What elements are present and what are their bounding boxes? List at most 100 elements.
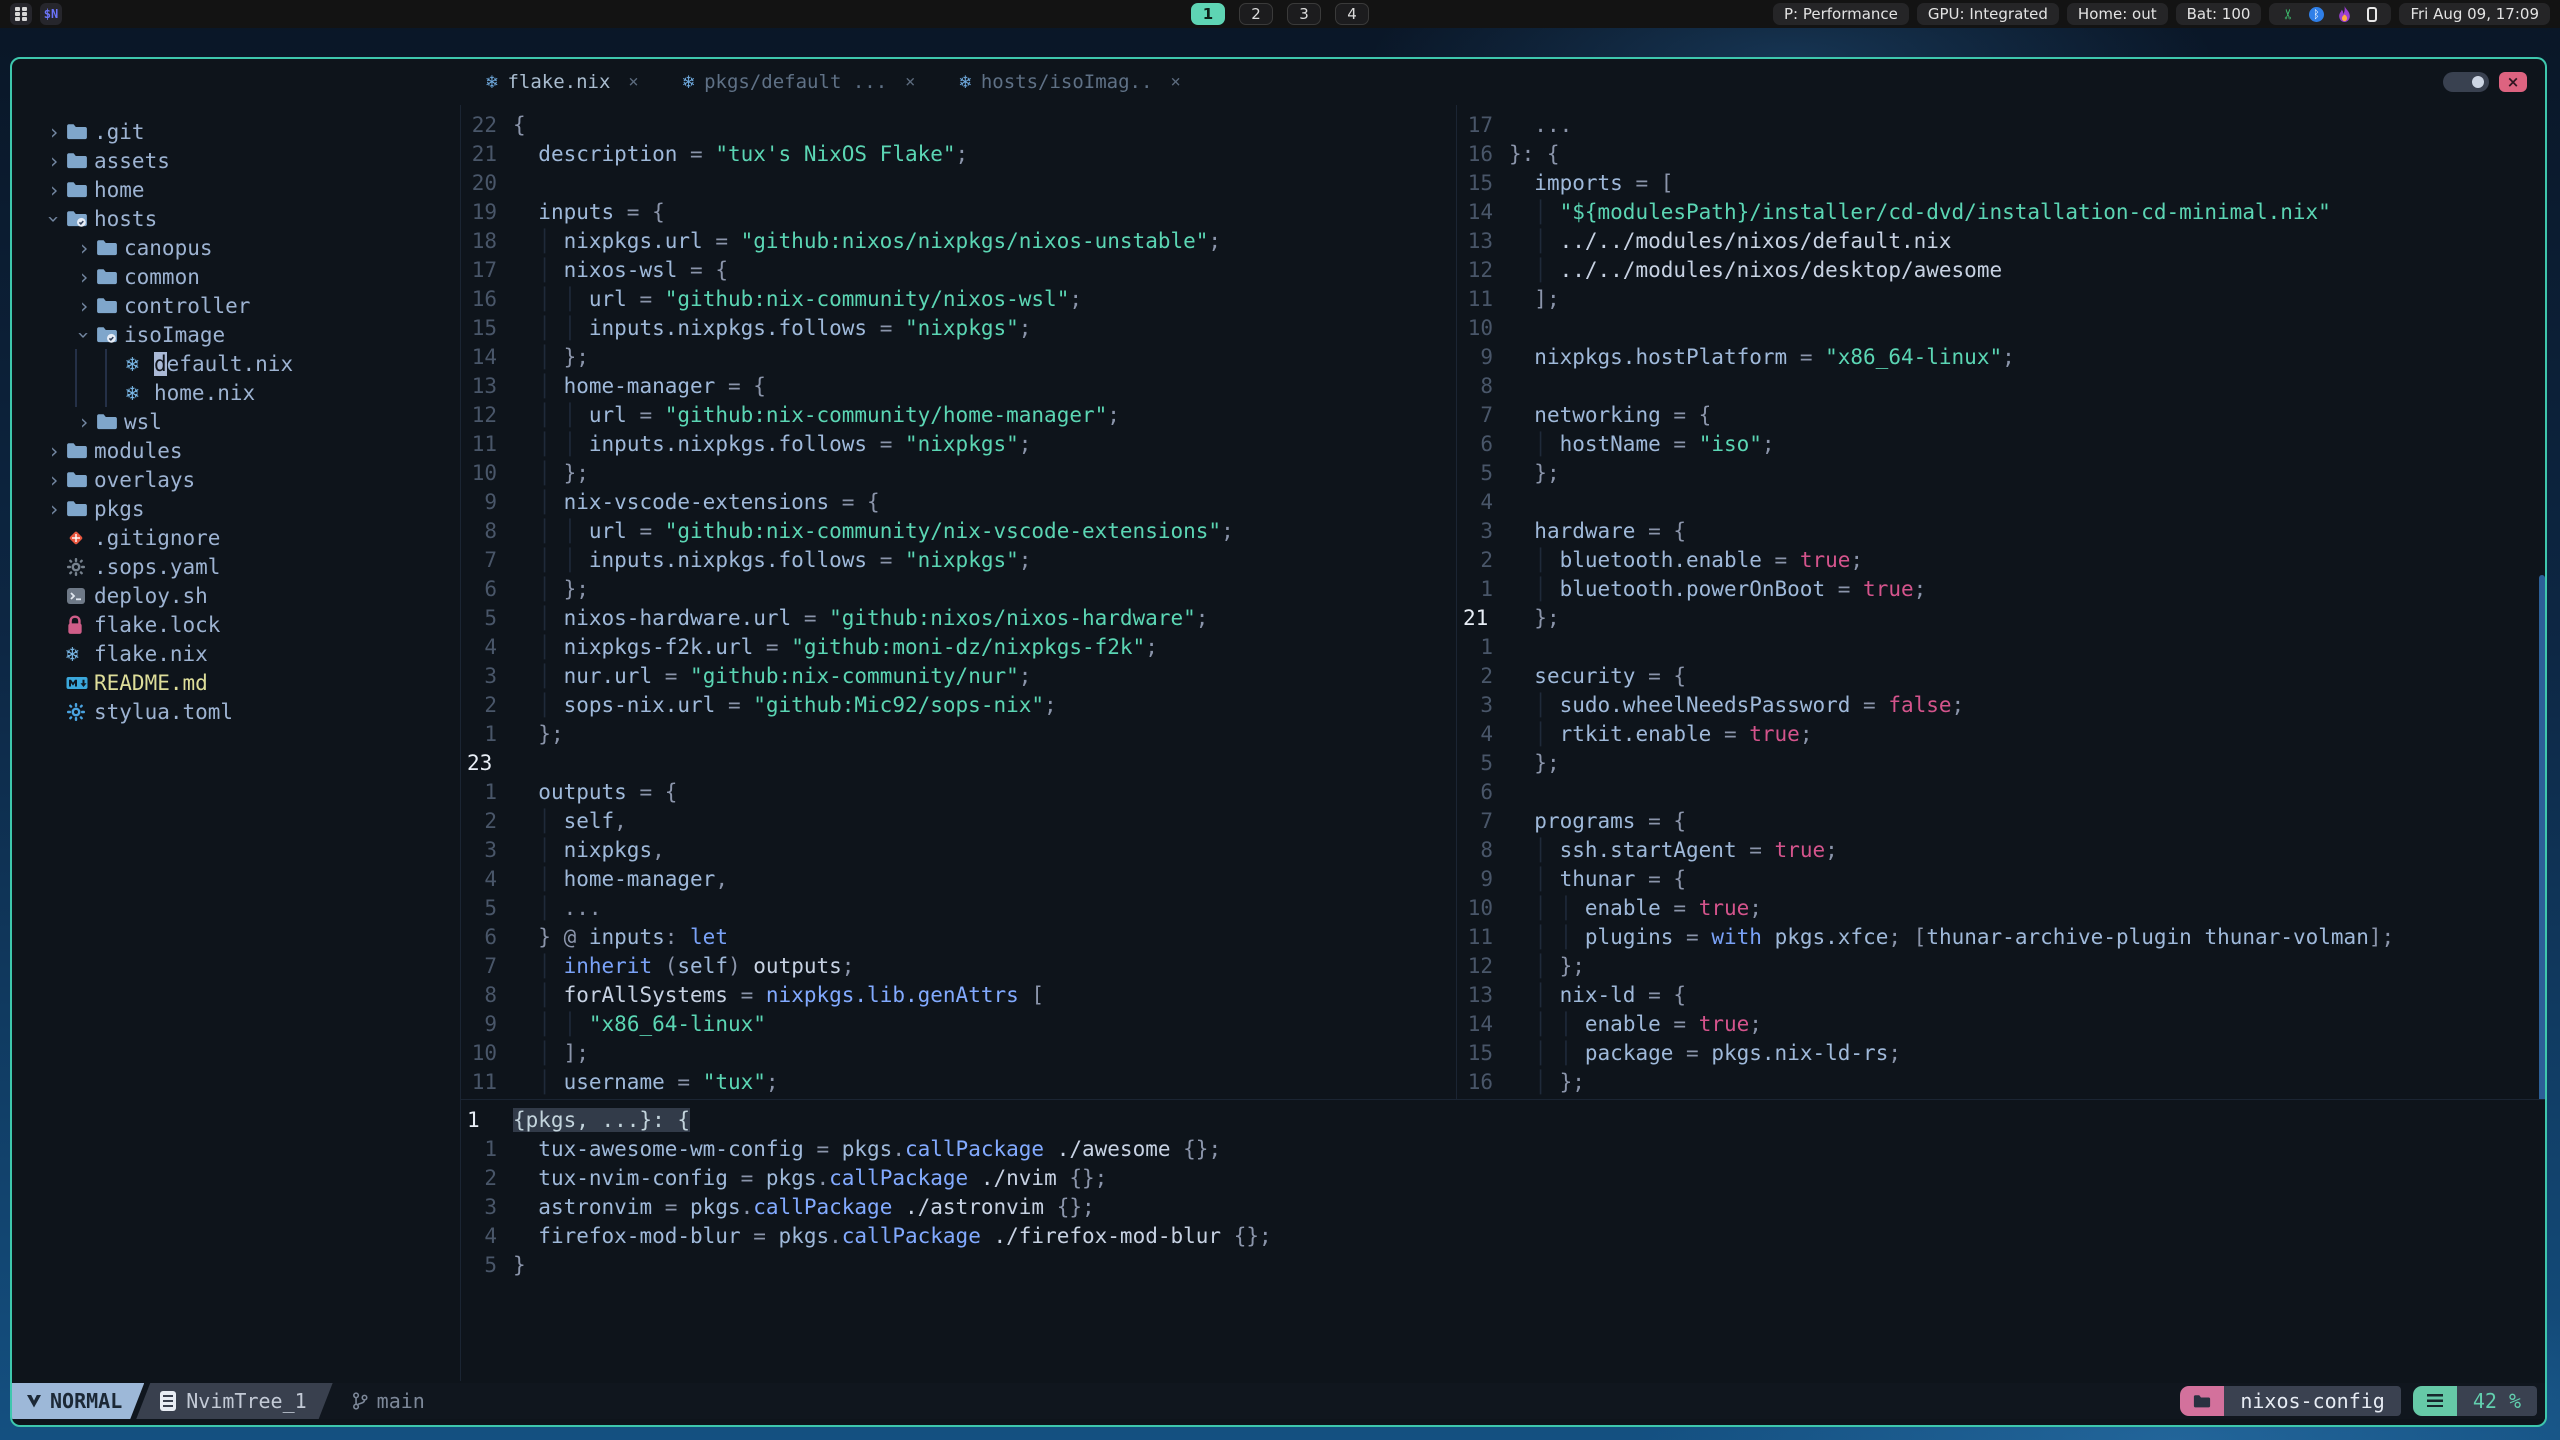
code-line[interactable]: 9 │ thunar = { (1457, 865, 2545, 894)
tree-item-deploy-sh[interactable]: deploy.sh (12, 581, 460, 610)
code-line[interactable]: 11 │ │ inputs.nixpkgs.follows = "nixpkgs… (461, 430, 1456, 459)
code-line[interactable]: 9 │ │ "x86_64-linux" (461, 1010, 1456, 1039)
code-line[interactable]: 1 tux-awesome-wm-config = pkgs.callPacka… (461, 1135, 2545, 1164)
code-line[interactable]: 2 │ bluetooth.enable = true; (1457, 546, 2545, 575)
code-line[interactable]: 5 }; (1457, 459, 2545, 488)
tree-item-wsl[interactable]: › wsl (12, 407, 460, 436)
code-line[interactable]: 20 (461, 169, 1456, 198)
tree-item-README-md[interactable]: README.md (12, 668, 460, 697)
code-line[interactable]: 4 │ rtkit.enable = true; (1457, 720, 2545, 749)
code-line[interactable]: 13 │ nix-ld = { (1457, 981, 2545, 1010)
tab-flake-nix[interactable]: ❄ flake.nix × (464, 59, 661, 105)
code-line[interactable]: 8 │ forAllSystems = nixpkgs.lib.genAttrs… (461, 981, 1456, 1010)
code-line[interactable]: 10 │ │ enable = true; (1457, 894, 2545, 923)
terminal-app-button[interactable]: $N (40, 3, 62, 25)
tree-item-modules[interactable]: › modules (12, 436, 460, 465)
tree-item-pkgs[interactable]: › pkgs (12, 494, 460, 523)
code-line[interactable]: 15 imports = [ (1457, 169, 2545, 198)
tab-hosts-isoImag-[interactable]: ❄ hosts/isoImag.. × (937, 59, 1202, 105)
workspace-button-4[interactable]: 4 (1335, 3, 1369, 25)
code-line[interactable]: 2 security = { (1457, 662, 2545, 691)
tree-item-stylua-toml[interactable]: stylua.toml (12, 697, 460, 726)
tab-close-icon[interactable]: × (1170, 72, 1180, 92)
code-line[interactable]: 4 │ home-manager, (461, 865, 1456, 894)
code-line[interactable]: 4 (1457, 488, 2545, 517)
code-line[interactable]: 21 }; (1457, 604, 2545, 633)
code-line[interactable]: 7 programs = { (1457, 807, 2545, 836)
app-launcher-button[interactable] (10, 3, 32, 25)
scrollbar[interactable] (2539, 575, 2545, 1099)
code-line[interactable]: 3 │ sudo.wheelNeedsPassword = false; (1457, 691, 2545, 720)
tree-item-home-nix[interactable]: ❄ home.nix (12, 378, 460, 407)
code-line[interactable]: 4 firefox-mod-blur = pkgs.callPackage ./… (461, 1222, 2545, 1251)
code-line[interactable]: 6 │ }; (461, 575, 1456, 604)
code-line[interactable]: 22 { (461, 111, 1456, 140)
code-line[interactable]: 5} (461, 1251, 2545, 1280)
tab-close-icon[interactable]: × (905, 72, 915, 92)
code-line[interactable]: 21 description = "tux's NixOS Flake"; (461, 140, 1456, 169)
tree-item-isoImage[interactable]: › isoImage (12, 320, 460, 349)
flame-icon[interactable] (2336, 6, 2352, 22)
code-line[interactable]: 7 │ inherit (self) outputs; (461, 952, 1456, 981)
code-line[interactable]: 8 (1457, 372, 2545, 401)
code-line[interactable]: 11 │ username = "tux"; (461, 1068, 1456, 1097)
close-button[interactable]: × (2499, 72, 2527, 92)
code-line[interactable]: 15 │ │ inputs.nixpkgs.follows = "nixpkgs… (461, 314, 1456, 343)
tree-item-assets[interactable]: › assets (12, 146, 460, 175)
tree-item-hosts[interactable]: › hosts (12, 204, 460, 233)
code-line[interactable]: 17 │ nixos-wsl = { (461, 256, 1456, 285)
code-line[interactable]: 4 │ nixpkgs-f2k.url = "github:moni-dz/ni… (461, 633, 1456, 662)
code-line[interactable]: 5 │ nixos-hardware.url = "github:nixos/n… (461, 604, 1456, 633)
tab-close-icon[interactable]: × (628, 72, 638, 92)
code-line[interactable]: 9 nixpkgs.hostPlatform = "x86_64-linux"; (1457, 343, 2545, 372)
editor-pane-flake-nix[interactable]: 22{21 description = "tux's NixOS Flake";… (461, 105, 1456, 1099)
code-line[interactable]: 3 astronvim = pkgs.callPackage ./astronv… (461, 1193, 2545, 1222)
tree-item-overlays[interactable]: › overlays (12, 465, 460, 494)
code-line[interactable]: 5 }; (1457, 749, 2545, 778)
code-line[interactable]: 19 inputs = { (461, 198, 1456, 227)
code-line[interactable]: 2 │ sops-nix.url = "github:Mic92/sops-ni… (461, 691, 1456, 720)
code-line[interactable]: 18 │ nixpkgs.url = "github:nixos/nixpkgs… (461, 227, 1456, 256)
code-line[interactable]: 23 (461, 749, 1456, 778)
code-line[interactable]: 12 │ ../../modules/nixos/desktop/awesome (1457, 256, 2545, 285)
code-line[interactable]: 8 │ ssh.startAgent = true; (1457, 836, 2545, 865)
code-line[interactable]: 8 │ │ url = "github:nix-community/nix-vs… (461, 517, 1456, 546)
code-line[interactable]: 14 │ "${modulesPath}/installer/cd-dvd/in… (1457, 198, 2545, 227)
code-line[interactable]: 6 (1457, 778, 2545, 807)
code-line[interactable]: 3 │ nur.url = "github:nix-community/nur"… (461, 662, 1456, 691)
code-line[interactable]: 1 (1457, 633, 2545, 662)
tree-item-default-nix[interactable]: ❄ default.nix (12, 349, 460, 378)
code-line[interactable]: 10 │ }; (461, 459, 1456, 488)
scissors-icon[interactable]: ✂ (2280, 6, 2296, 22)
workspace-button-3[interactable]: 3 (1287, 3, 1321, 25)
nvimtree-file-explorer[interactable]: › .git › assets › home › hosts › canopus › common › c… (12, 105, 460, 1381)
code-line[interactable]: 3 hardware = { (1457, 517, 2545, 546)
editor-pane-pkgs-default-nix[interactable]: 1 {pkgs, ...}: {1 tux-awesome-wm-config =… (461, 1099, 2545, 1381)
code-line[interactable]: 13 │ ../../modules/nixos/default.nix (1457, 227, 2545, 256)
bluetooth-icon[interactable]: ᛒ (2308, 6, 2324, 22)
phone-icon[interactable] (2364, 6, 2380, 22)
code-line[interactable]: 10 │ ]; (461, 1039, 1456, 1068)
tree-item-canopus[interactable]: › canopus (12, 233, 460, 262)
tree-item-common[interactable]: › common (12, 262, 460, 291)
tree-item--sops-yaml[interactable]: .sops.yaml (12, 552, 460, 581)
code-line[interactable]: 14 │ │ enable = true; (1457, 1010, 2545, 1039)
code-line[interactable]: 1 }; (461, 720, 1456, 749)
code-line[interactable]: 16}: { (1457, 140, 2545, 169)
code-line[interactable]: 1 │ bluetooth.powerOnBoot = true; (1457, 575, 2545, 604)
tree-item--git[interactable]: › .git (12, 117, 460, 146)
tree-item-controller[interactable]: › controller (12, 291, 460, 320)
code-line[interactable]: 17 ... (1457, 111, 2545, 140)
code-line[interactable]: 11 │ │ plugins = with pkgs.xfce; [thunar… (1457, 923, 2545, 952)
tree-item-home[interactable]: › home (12, 175, 460, 204)
code-line[interactable]: 6 │ hostName = "iso"; (1457, 430, 2545, 459)
code-line[interactable]: 13 │ home-manager = { (461, 372, 1456, 401)
code-line[interactable]: 2 │ self, (461, 807, 1456, 836)
code-line[interactable]: 1 {pkgs, ...}: { (461, 1106, 2545, 1135)
code-line[interactable]: 12 │ │ url = "github:nix-community/home-… (461, 401, 1456, 430)
code-line[interactable]: 5 │ ... (461, 894, 1456, 923)
code-line[interactable]: 16 │ │ url = "github:nix-community/nixos… (461, 285, 1456, 314)
code-line[interactable]: 10 (1457, 314, 2545, 343)
code-line[interactable]: 7 networking = { (1457, 401, 2545, 430)
editor-pane-iso-default-nix[interactable]: 17 ... 16}: {15 imports = [14 │ "${module… (1456, 105, 2545, 1099)
